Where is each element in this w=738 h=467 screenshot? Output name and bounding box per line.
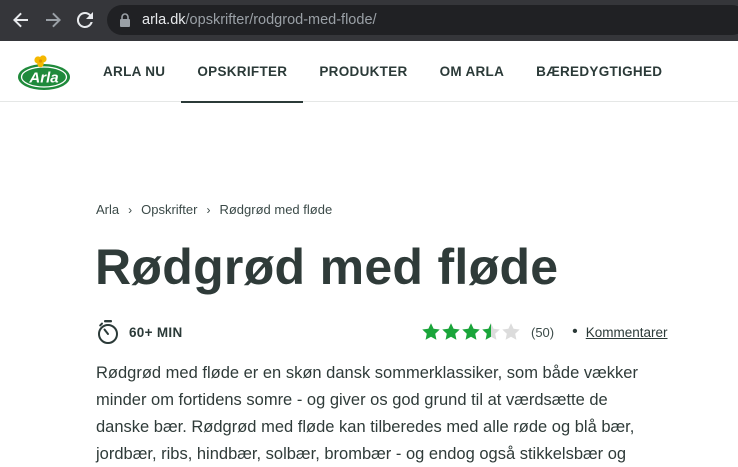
comments-link[interactable]: Kommentarer (586, 325, 668, 340)
stopwatch-icon (98, 320, 118, 344)
recipe-meta: 60+ MIN (50) • Kommentarer (96, 318, 676, 346)
rating: (50) • Kommentarer (421, 320, 668, 344)
cooking-time-label: 60+ MIN (129, 324, 183, 340)
star-icon (442, 323, 460, 340)
arla-logo-icon: Arla (18, 55, 70, 90)
back-icon (13, 12, 28, 28)
star-icon (422, 323, 440, 340)
menu-item-baeredygtighed[interactable]: BÆREDYGTIGHED (520, 41, 678, 102)
back-button[interactable] (9, 8, 33, 32)
main-menu: ARLA NU OPSKRIFTER PRODUKTER OM ARLA BÆR… (87, 41, 678, 103)
breadcrumb-link-opskrifter[interactable]: Opskrifter (141, 202, 197, 217)
menu-item-produkter[interactable]: PRODUKTER (303, 41, 423, 102)
reload-icon (76, 11, 93, 28)
breadcrumb-separator: › (206, 202, 211, 217)
site-header: Arla ARLA NU OPSKRIFTER PRODUKTER OM ARL… (0, 41, 738, 103)
menu-item-om-arla[interactable]: OM ARLA (424, 41, 521, 102)
rating-stars[interactable] (421, 322, 521, 342)
star-icon (502, 323, 520, 340)
page-title: Rødgrød med fløde (95, 239, 559, 295)
reload-button[interactable] (73, 8, 97, 32)
lock-icon (119, 13, 133, 27)
svg-text:Arla: Arla (28, 70, 58, 87)
breadcrumb-link-arla[interactable]: Arla (96, 202, 119, 217)
breadcrumb: Arla › Opskrifter › Rødgrød med fløde (96, 202, 332, 217)
recipe-intro: Rødgrød med fløde er en skøn dansk somme… (96, 364, 638, 463)
url-text: arla.dk/opskrifter/rodgrod-med-flode/ (142, 12, 377, 28)
star-icon (462, 323, 480, 340)
menu-item-opskrifter[interactable]: OPSKRIFTER (181, 41, 304, 103)
forward-button[interactable] (41, 8, 65, 32)
menu-item-arla-nu[interactable]: ARLA NU (87, 41, 181, 102)
cooking-time: 60+ MIN (96, 318, 183, 346)
breadcrumb-current: Rødgrød med fløde (219, 202, 333, 217)
forward-icon (46, 12, 61, 28)
star-icon (482, 323, 500, 340)
breadcrumb-separator: › (128, 202, 133, 217)
address-bar[interactable]: arla.dk/opskrifter/rodgrod-med-flode/ (107, 5, 738, 35)
browser-toolbar: arla.dk/opskrifter/rodgrod-med-flode/ (0, 0, 738, 41)
arla-logo[interactable]: Arla (16, 55, 72, 91)
rating-count: (50) (531, 324, 555, 340)
bullet-separator: • (572, 323, 578, 340)
